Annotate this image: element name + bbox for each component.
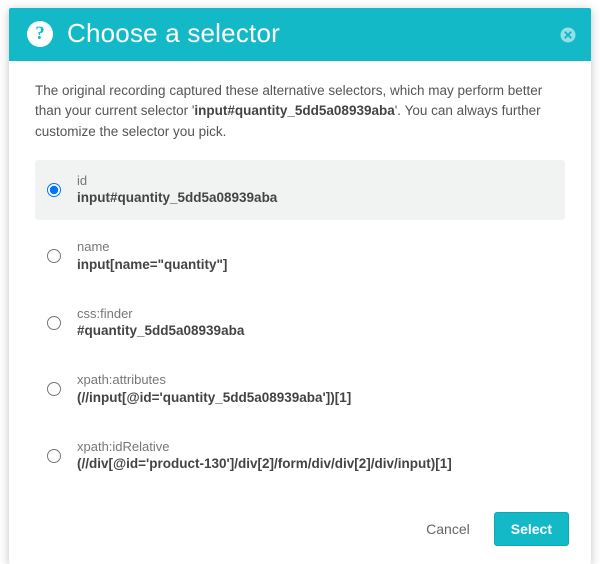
modal-footer: Cancel Select xyxy=(9,502,591,564)
help-circle-icon: ? xyxy=(25,19,55,49)
selector-radio-xpath-attributes[interactable] xyxy=(47,382,61,396)
selector-option-value: input[name="quantity"] xyxy=(77,256,551,275)
selector-option-name[interactable]: name input[name="quantity"] xyxy=(35,226,565,286)
selector-radio-cssfinder[interactable] xyxy=(47,316,61,330)
selector-option-value: (//div[@id='product-130']/div[2]/form/di… xyxy=(77,455,551,474)
modal-header: ? Choose a selector xyxy=(9,8,591,61)
select-button[interactable]: Select xyxy=(494,512,569,546)
selector-option-value: (//input[@id='quantity_5dd5a08939aba'])[… xyxy=(77,389,551,408)
choose-selector-modal: ? Choose a selector The original recordi… xyxy=(9,8,591,564)
selector-radio-name[interactable] xyxy=(47,249,61,263)
selector-option-xpath-idrelative[interactable]: xpath:idRelative (//div[@id='product-130… xyxy=(35,426,565,486)
selector-option-text: name input[name="quantity"] xyxy=(77,238,551,274)
selector-option-text: id input#quantity_5dd5a08939aba xyxy=(77,172,551,208)
selector-radio-xpath-idrelative[interactable] xyxy=(47,449,61,463)
selector-option-label: xpath:idRelative xyxy=(77,438,551,456)
intro-current-selector: input#quantity_5dd5a08939aba xyxy=(194,103,394,118)
selector-option-xpath-attributes[interactable]: xpath:attributes (//input[@id='quantity_… xyxy=(35,359,565,419)
cancel-button[interactable]: Cancel xyxy=(416,513,480,545)
svg-text:?: ? xyxy=(35,23,45,44)
selector-option-text: css:finder #quantity_5dd5a08939aba xyxy=(77,305,551,341)
selector-option-label: name xyxy=(77,238,551,256)
selector-option-text: xpath:attributes (//input[@id='quantity_… xyxy=(77,371,551,407)
selector-option-label: xpath:attributes xyxy=(77,371,551,389)
modal-body: The original recording captured these al… xyxy=(9,61,591,502)
selector-option-value: #quantity_5dd5a08939aba xyxy=(77,322,551,341)
close-icon[interactable] xyxy=(559,26,577,44)
intro-text: The original recording captured these al… xyxy=(35,81,565,142)
selector-radio-id[interactable] xyxy=(47,183,61,197)
selector-option-label: css:finder xyxy=(77,305,551,323)
selector-option-value: input#quantity_5dd5a08939aba xyxy=(77,189,551,208)
selector-option-label: id xyxy=(77,172,551,190)
selector-option-id[interactable]: id input#quantity_5dd5a08939aba xyxy=(35,160,565,220)
selector-option-cssfinder[interactable]: css:finder #quantity_5dd5a08939aba xyxy=(35,293,565,353)
modal-title: Choose a selector xyxy=(67,18,280,49)
selector-option-text: xpath:idRelative (//div[@id='product-130… xyxy=(77,438,551,474)
